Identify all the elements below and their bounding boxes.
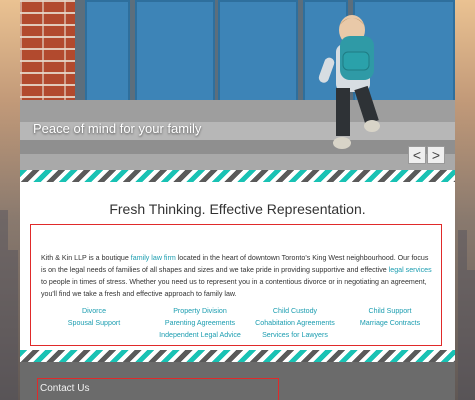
decorative-stripe-top — [20, 170, 455, 182]
intro-text-3: to people in times of stress. Whether yo… — [41, 278, 427, 298]
link-cohabitation-agreements[interactable]: Cohabitation Agreements — [255, 319, 335, 327]
link-child-support[interactable]: Child Support — [369, 307, 412, 315]
link-parenting-agreements[interactable]: Parenting Agreements — [165, 319, 235, 327]
page-container: Peace of mind for your family < > Fresh … — [20, 0, 455, 400]
link-services-for-lawyers[interactable]: Services for Lawyers — [262, 331, 328, 339]
slider-next-button[interactable]: > — [427, 146, 445, 164]
link-independent-legal-advice[interactable]: Independent Legal Advice — [159, 331, 241, 339]
family-law-firm-link[interactable]: family law firm — [131, 254, 176, 262]
hero-doorframe — [75, 0, 455, 115]
decorative-stripe-bottom — [20, 350, 455, 362]
link-spousal-support[interactable]: Spousal Support — [68, 319, 120, 327]
hero-child-image — [318, 15, 380, 149]
intro-text-1: Kith & Kin LLP is a boutique — [41, 254, 131, 262]
slider-prev-button[interactable]: < — [408, 146, 426, 164]
link-marriage-contracts[interactable]: Marriage Contracts — [360, 319, 420, 327]
footer: Contact Us — [20, 362, 455, 400]
contact-section: Contact Us — [37, 378, 279, 400]
hero-slider: Peace of mind for your family < > — [20, 0, 455, 170]
intro-section: Kith & Kin LLP is a boutique family law … — [30, 224, 442, 346]
hero-caption: Peace of mind for your family — [33, 121, 202, 136]
page-heading: Fresh Thinking. Effective Representation… — [109, 201, 366, 217]
link-property-division[interactable]: Property Division — [173, 307, 227, 315]
link-child-custody[interactable]: Child Custody — [273, 307, 317, 315]
link-divorce[interactable]: Divorce — [82, 307, 106, 315]
hero-brick-wall — [20, 0, 75, 110]
legal-services-link[interactable]: legal services — [389, 266, 432, 274]
contact-title: Contact Us — [40, 383, 90, 394]
intro-paragraph: Kith & Kin LLP is a boutique family law … — [41, 252, 435, 300]
